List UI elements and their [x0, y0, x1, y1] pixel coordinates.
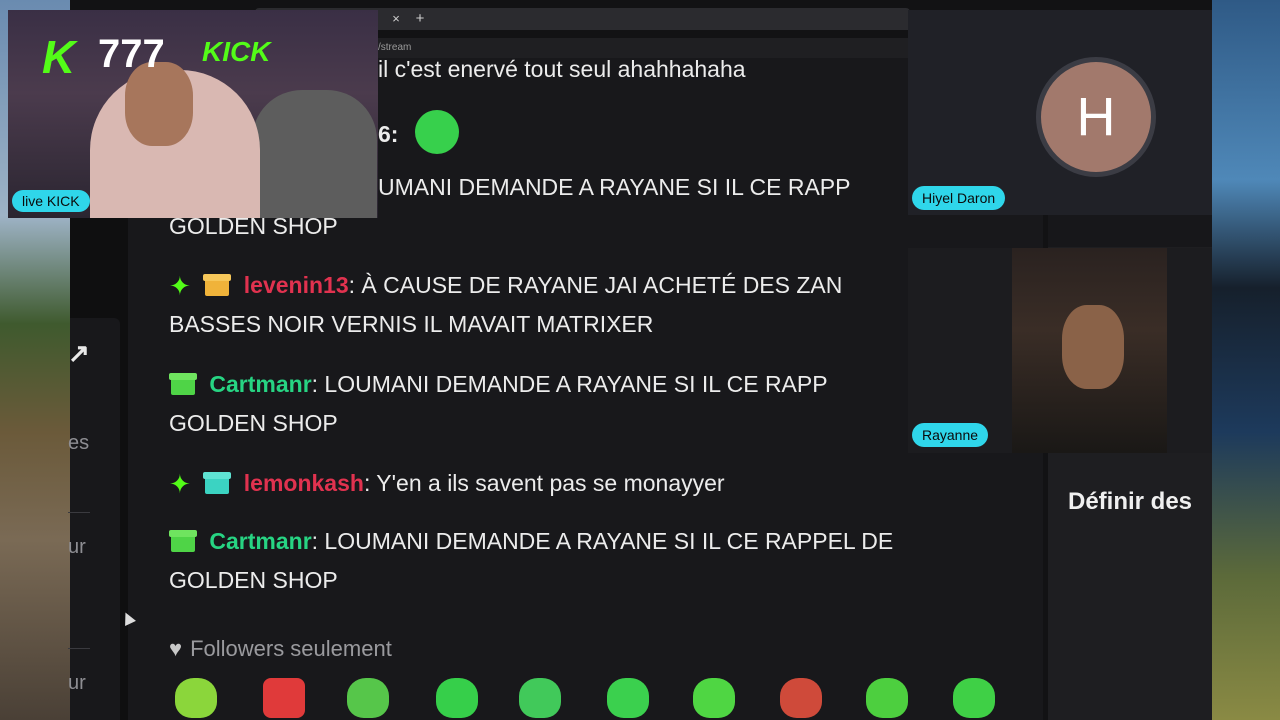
chat-username[interactable]: Cartmanr [209, 528, 311, 554]
grin-emote-icon[interactable] [607, 678, 649, 718]
cool-emote-icon[interactable] [436, 678, 478, 718]
sparkle-badge-icon: ✦ [169, 469, 191, 499]
kick-logo-overlay: K [42, 31, 76, 83]
panel-heading: Définir des [1068, 488, 1193, 515]
stream-overlay-number: 777 [98, 32, 165, 76]
sparkle-badge-icon: ✦ [169, 271, 191, 301]
happy-emote-icon[interactable] [693, 678, 735, 718]
followers-only-label: Followers seulement [190, 636, 392, 661]
divider [68, 648, 90, 649]
chat-username-fragment: 6: [378, 121, 399, 147]
chat-message-continuation: GOLDEN SHOP [169, 410, 338, 436]
panel-item-fragment[interactable]: ur [68, 672, 86, 695]
gift-badge-icon [169, 371, 197, 395]
chat-message-continuation: GOLDEN SHOP [169, 567, 338, 593]
divider [68, 512, 90, 513]
chat-message: ✦ lemonkash: Y'en a ils savent pas se mo… [169, 464, 725, 504]
panel-item-fragment[interactable]: ur [68, 536, 86, 559]
background-landscape-right [1212, 0, 1280, 720]
chat-username[interactable]: lemonkash [244, 470, 364, 496]
chat-message-continuation: BASSES NOIR VERNIS IL MAVAIT MATRIXER [169, 311, 654, 337]
live-badge: live KICK [12, 190, 90, 212]
love-emote-icon[interactable] [953, 678, 995, 718]
chat-message-text: il c'est enervé tout seul ahahhahaha [378, 56, 746, 82]
cheeky-emote-icon[interactable] [866, 678, 908, 718]
expand-icon[interactable]: ↗ [68, 340, 90, 366]
skull-emote-icon[interactable] [519, 678, 561, 718]
avatar: H [1036, 57, 1156, 177]
chat-username[interactable]: levenin13 [244, 272, 349, 298]
chat-username[interactable]: Cartmanr [209, 371, 311, 397]
halo-emote-icon[interactable] [175, 678, 217, 718]
chat-message: Cartmanr: LOUMANI DEMANDE A RAYANE SI IL… [169, 365, 828, 404]
heart-icon: ♥ [169, 636, 183, 661]
angry-emote-icon[interactable] [263, 678, 305, 718]
close-tab-icon[interactable]: × [388, 10, 404, 28]
chat-message: Cartmanr: LOUMANI DEMANDE A RAYANE SI IL… [169, 522, 893, 561]
chat-message-text: : À CAUSE DE RAYANE JAI ACHETÉ DES ZAN [348, 272, 843, 298]
new-tab-button[interactable]: + [412, 10, 428, 28]
gift-badge-icon [203, 272, 232, 296]
chat-message: ✦ levenin13: À CAUSE DE RAYANE JAI ACHET… [169, 266, 842, 306]
zombie-emote-icon[interactable] [347, 678, 389, 718]
gift-badge-icon [169, 528, 197, 552]
participant-face [1062, 305, 1124, 389]
laughing-emote-icon [414, 110, 459, 154]
chat-message-text: : Y'en a ils savent pas se monayyer [363, 470, 725, 496]
chat-message-text: UMANI DEMANDE A RAYANE SI IL CE RAPP [378, 174, 851, 200]
right-side-panel-header [1048, 215, 1212, 247]
chat-message-text: : LOUMANI DEMANDE A RAYANE SI IL CE RAPP… [311, 528, 894, 554]
chat-message-text: : LOUMANI DEMANDE A RAYANE SI IL CE RAPP [311, 371, 828, 397]
chat-message-row: 6: [378, 110, 459, 154]
participant-name-badge: Rayanne [912, 423, 989, 447]
settings-panel [70, 318, 120, 720]
participant-name-badge: Hiyel Daron [912, 186, 1006, 210]
streamer-background-figure [252, 90, 377, 218]
clown-emote-icon[interactable] [780, 678, 822, 718]
kick-brand-overlay: KICK [202, 36, 271, 67]
panel-item-fragment[interactable]: es [68, 432, 89, 455]
gift-badge-icon [203, 470, 232, 494]
followers-only-indicator: ♥ Followers seulement [169, 636, 392, 662]
